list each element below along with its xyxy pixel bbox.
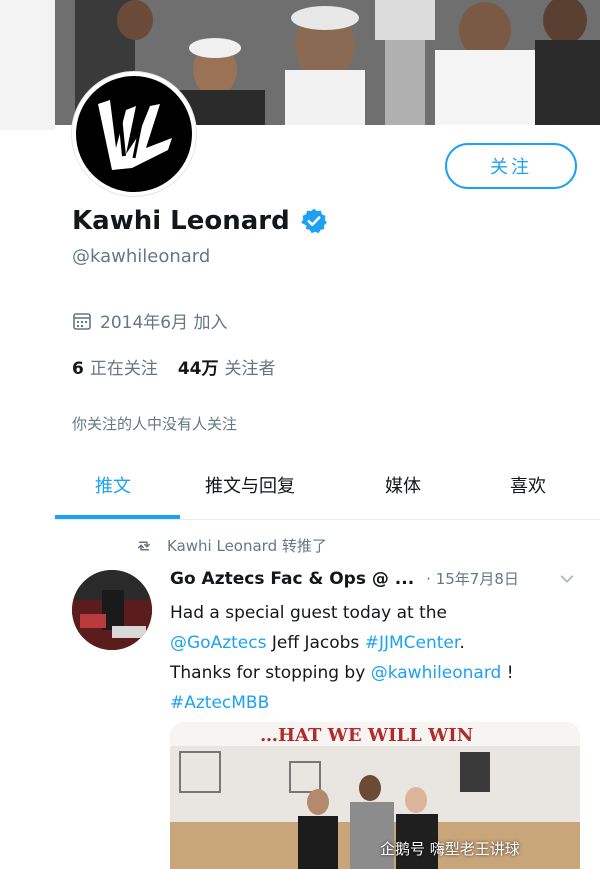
tweet-line-3: Thanks for stopping by @kawhileonard ! xyxy=(170,658,580,688)
tab-likes[interactable]: 喜欢 xyxy=(510,472,546,498)
followers-stat[interactable]: 44万 关注者 xyxy=(178,354,276,379)
tweet-date[interactable]: · 15年7月8日 xyxy=(426,568,519,589)
following-label: 正在关注 xyxy=(89,359,158,379)
klaw-logo xyxy=(76,76,192,192)
join-date: 2014年6月 加入 xyxy=(72,308,227,333)
tab-media[interactable]: 媒体 xyxy=(385,472,421,498)
watermark: 企鹅号 嗨型老王讲球 xyxy=(380,840,520,858)
tweet-author-avatar[interactable] xyxy=(72,570,152,650)
tweet-text-segment: Jeff Jacobs xyxy=(266,633,365,653)
tab-tweets[interactable]: 推文 xyxy=(95,472,131,498)
retweet-label: Kawhi Leonard 转推了 xyxy=(167,537,327,555)
profile-name: Kawhi Leonard xyxy=(72,206,290,236)
retweet-icon xyxy=(138,541,150,550)
chevron-down-icon[interactable] xyxy=(558,570,576,588)
tweet-header: Go Aztecs Fac & Ops @ ... · 15年7月8日 xyxy=(170,568,580,589)
profile-tabs: 推文 推文与回复 媒体 喜欢 xyxy=(55,462,600,518)
profile-handle: @kawhileonard xyxy=(72,246,211,267)
tweet-body: Had a special guest today at the @GoAzte… xyxy=(170,598,580,718)
media-wall-text: …HAT WE WILL WIN xyxy=(260,725,473,746)
left-gutter xyxy=(0,0,55,130)
mention-kawhileonard[interactable]: @kawhileonard xyxy=(371,663,502,683)
followers-label: 关注者 xyxy=(224,359,276,379)
tweet-line-2: @GoAztecs Jeff Jacobs #JJMCenter. xyxy=(170,628,580,658)
mention-goaztecs[interactable]: @GoAztecs xyxy=(170,633,266,653)
tweet-text-segment: ! xyxy=(501,663,514,683)
join-date-text: 2014年6月 加入 xyxy=(100,313,228,333)
profile-avatar[interactable] xyxy=(72,72,196,196)
hashtag-jjmcenter[interactable]: #JJMCenter xyxy=(365,633,460,653)
tweet-text-segment: Thanks for stopping by xyxy=(170,663,371,683)
follow-button[interactable]: 关注 xyxy=(445,143,577,189)
tweet-author-name[interactable]: Go Aztecs Fac & Ops @ ... xyxy=(170,569,414,589)
followers-you-know: 你关注的人中没有人关注 xyxy=(72,415,238,433)
following-stat[interactable]: 6 正在关注 xyxy=(72,354,158,379)
tabs-divider xyxy=(55,519,600,520)
follow-stats: 6 正在关注 44万 关注者 xyxy=(72,354,276,379)
calendar-icon xyxy=(73,312,91,330)
verified-badge-icon xyxy=(300,208,327,234)
hashtag-aztecmbb[interactable]: #AztecMBB xyxy=(170,693,269,713)
retweet-context: Kawhi Leonard 转推了 xyxy=(135,535,327,556)
following-count: 6 xyxy=(72,359,84,379)
tab-tweets-replies[interactable]: 推文与回复 xyxy=(205,472,295,498)
tweet-line-1: Had a special guest today at the xyxy=(170,603,448,623)
tweet-text-segment: . xyxy=(459,633,465,653)
name-row: Kawhi Leonard xyxy=(72,206,328,236)
followers-count: 44万 xyxy=(177,359,219,379)
tweet-line-4: #AztecMBB xyxy=(170,688,580,718)
